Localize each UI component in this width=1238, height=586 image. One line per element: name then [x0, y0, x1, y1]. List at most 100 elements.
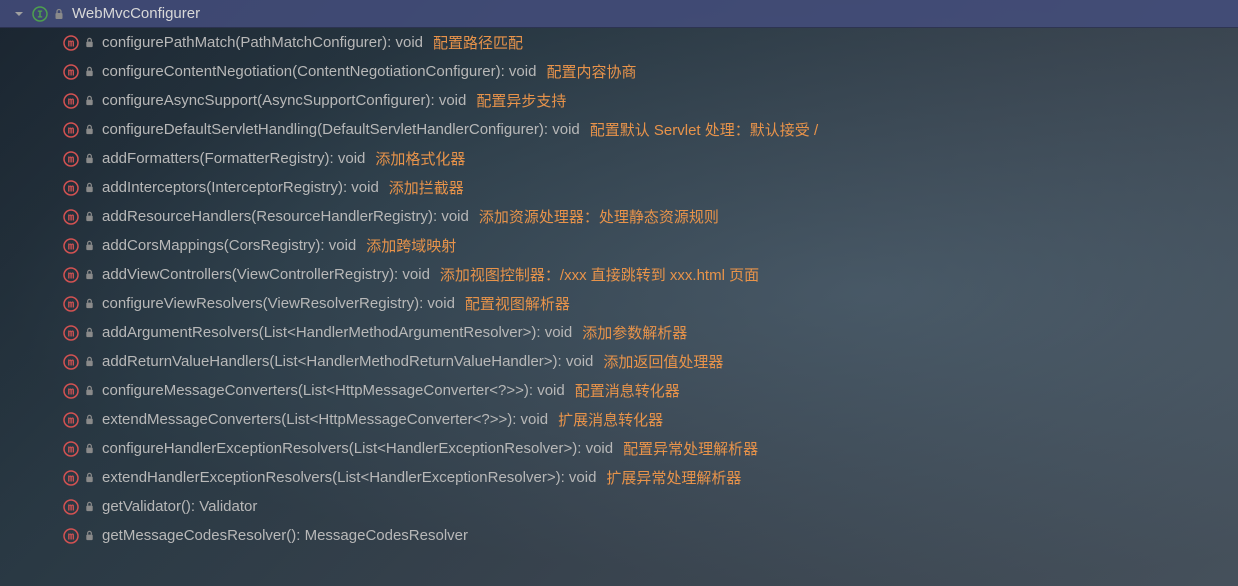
svg-text:m: m [68, 297, 75, 310]
method-signature: extendHandlerExceptionResolvers(List<Han… [102, 469, 596, 486]
svg-text:m: m [68, 355, 75, 368]
method-icon: m [62, 237, 80, 255]
method-icon: m [62, 382, 80, 400]
method-icon: m [62, 63, 80, 81]
method-annotation: 添加参数解析器 [582, 322, 687, 343]
method-signature: getValidator(): Validator [102, 498, 257, 515]
method-icon: m [62, 498, 80, 516]
chevron-down-icon[interactable] [12, 7, 26, 21]
method-icon: m [62, 179, 80, 197]
svg-text:m: m [68, 239, 75, 252]
svg-text:m: m [68, 123, 75, 136]
method-signature: addInterceptors(InterceptorRegistry): vo… [102, 179, 379, 196]
method-icon: m [62, 208, 80, 226]
svg-text:I: I [37, 9, 43, 20]
method-signature: addArgumentResolvers(List<HandlerMethodA… [102, 324, 572, 341]
method-signature: configureHandlerExceptionResolvers(List<… [102, 440, 613, 457]
method-row[interactable]: m getValidator(): Validator [0, 492, 1238, 521]
method-row[interactable]: m configureViewResolvers(ViewResolverRegi… [0, 289, 1238, 318]
interface-header-row[interactable]: I WebMvcConfigurer [0, 0, 1238, 28]
method-annotation: 添加格式化器 [375, 148, 465, 169]
method-signature: addViewControllers(ViewControllerRegistr… [102, 266, 430, 283]
lock-icon [82, 123, 96, 137]
method-icon: m [62, 295, 80, 313]
method-annotation: 添加视图控制器：/xxx 直接跳转到 xxx.html 页面 [440, 264, 759, 285]
method-row[interactable]: m configureAsyncSupport(AsyncSupportConfi… [0, 86, 1238, 115]
method-row[interactable]: m addReturnValueHandlers(List<HandlerMeth… [0, 347, 1238, 376]
structure-tree: I WebMvcConfigurer mconfigurePathMatch(P… [0, 0, 1238, 550]
lock-icon [82, 384, 96, 398]
method-row[interactable]: maddCorsMappings(CorsRegistry): void添加跨域… [0, 231, 1238, 260]
method-icon: m [62, 92, 80, 110]
method-row[interactable]: m getMessageCodesResolver(): MessageCodes… [0, 521, 1238, 550]
lock-icon [82, 268, 96, 282]
svg-text:m: m [68, 326, 75, 339]
method-signature: extendMessageConverters(List<HttpMessage… [102, 411, 548, 428]
lock-icon [82, 529, 96, 543]
lock-icon [82, 65, 96, 79]
lock-icon [82, 500, 96, 514]
method-row[interactable]: m addArgumentResolvers(List<HandlerMethod… [0, 318, 1238, 347]
method-annotation: 配置路径匹配 [433, 32, 523, 53]
method-row[interactable]: m addResourceHandlers(ResourceHandlerRegi… [0, 202, 1238, 231]
method-signature: addReturnValueHandlers(List<HandlerMetho… [102, 353, 593, 370]
svg-text:m: m [68, 500, 75, 513]
method-icon: m [62, 324, 80, 342]
lock-icon [82, 181, 96, 195]
lock-icon [82, 326, 96, 340]
method-signature: configureMessageConverters(List<HttpMess… [102, 382, 565, 399]
svg-text:m: m [68, 65, 75, 78]
method-annotation: 配置内容协商 [546, 61, 636, 82]
method-row[interactable]: m configureHandlerExceptionResolvers(List… [0, 434, 1238, 463]
svg-text:m: m [68, 181, 75, 194]
method-row[interactable]: m extendMessageConverters(List<HttpMessag… [0, 405, 1238, 434]
method-signature: configureViewResolvers(ViewResolverRegis… [102, 295, 455, 312]
lock-icon [82, 442, 96, 456]
methods-list: mconfigurePathMatch(PathMatchConfigurer)… [0, 28, 1238, 550]
method-signature: addCorsMappings(CorsRegistry): void [102, 237, 356, 254]
method-row[interactable]: mconfigurePathMatch(PathMatchConfigurer)… [0, 28, 1238, 57]
lock-icon [82, 36, 96, 50]
method-icon: m [62, 150, 80, 168]
method-icon: m [62, 34, 80, 52]
method-icon: m [62, 353, 80, 371]
method-row[interactable]: m addInterceptors(InterceptorRegistry): v… [0, 173, 1238, 202]
method-row[interactable]: m addFormatters(FormatterRegistry): void 添… [0, 144, 1238, 173]
lock-icon [82, 239, 96, 253]
method-row[interactable]: m configureContentNegotiation(ContentNego… [0, 57, 1238, 86]
method-row[interactable]: m configureMessageConverters(List<HttpMes… [0, 376, 1238, 405]
svg-text:m: m [68, 471, 75, 484]
method-annotation: 添加拦截器 [389, 177, 464, 198]
svg-text:m: m [68, 36, 75, 49]
lock-icon [82, 355, 96, 369]
method-signature: configureContentNegotiation(ContentNegot… [102, 63, 536, 80]
method-icon: m [62, 266, 80, 284]
lock-icon [82, 152, 96, 166]
method-icon: m [62, 527, 80, 545]
method-annotation: 配置异步支持 [476, 90, 566, 111]
svg-text:m: m [68, 268, 75, 281]
method-annotation: 配置默认 Servlet 处理：默认接受 / [590, 119, 818, 140]
svg-text:m: m [68, 413, 75, 426]
method-signature: getMessageCodesResolver(): MessageCodesR… [102, 527, 468, 544]
method-row[interactable]: m addViewControllers(ViewControllerRegist… [0, 260, 1238, 289]
lock-icon [82, 471, 96, 485]
svg-text:m: m [68, 529, 75, 542]
lock-icon [82, 413, 96, 427]
method-annotation: 扩展消息转化器 [558, 409, 663, 430]
svg-text:m: m [68, 442, 75, 455]
method-icon: m [62, 440, 80, 458]
method-signature: addFormatters(FormatterRegistry): void [102, 150, 365, 167]
method-row[interactable]: m extendHandlerExceptionResolvers(List<Ha… [0, 463, 1238, 492]
method-signature: configureAsyncSupport(AsyncSupportConfig… [102, 92, 466, 109]
interface-title: WebMvcConfigurer [72, 5, 200, 22]
lock-icon [52, 7, 66, 21]
method-annotation: 配置异常处理解析器 [623, 438, 758, 459]
method-annotation: 扩展异常处理解析器 [606, 467, 741, 488]
svg-text:m: m [68, 210, 75, 223]
lock-icon [82, 94, 96, 108]
method-signature: addResourceHandlers(ResourceHandlerRegis… [102, 208, 469, 225]
method-icon: m [62, 411, 80, 429]
method-row[interactable]: mconfigureDefaultServletHandling(Default… [0, 115, 1238, 144]
interface-icon: I [32, 6, 48, 22]
